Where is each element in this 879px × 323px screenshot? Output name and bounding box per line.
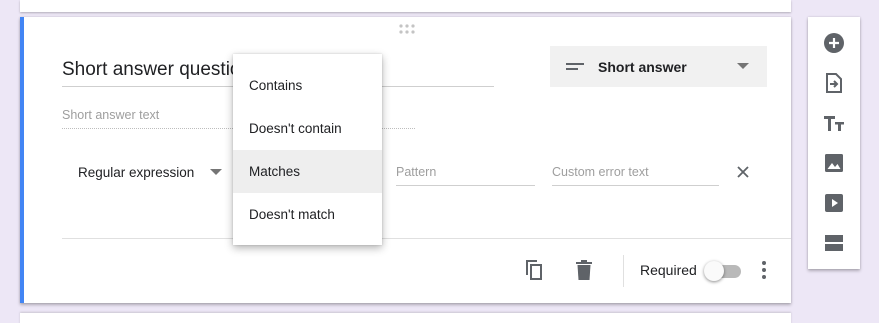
add-image-icon[interactable] — [822, 151, 846, 175]
import-questions-icon[interactable] — [822, 71, 846, 95]
question-type-dropdown[interactable]: Short answer — [550, 46, 767, 87]
delete-icon[interactable] — [574, 259, 594, 281]
drag-handle-icon[interactable] — [397, 23, 417, 35]
question-type-label: Short answer — [598, 58, 687, 75]
pattern-input[interactable]: Pattern — [396, 159, 535, 186]
toggle-thumb — [704, 261, 724, 281]
add-section-icon[interactable] — [822, 231, 846, 255]
required-toggle[interactable] — [704, 261, 742, 281]
previous-card-edge — [20, 0, 791, 12]
menu-item-doesnt-match[interactable]: Doesn't match — [233, 193, 382, 236]
add-title-icon[interactable] — [822, 111, 846, 135]
more-vert-icon[interactable] — [756, 259, 772, 281]
close-icon[interactable] — [735, 164, 751, 180]
menu-item-contains[interactable]: Contains — [233, 64, 382, 107]
footer-vertical-divider — [623, 255, 624, 287]
add-video-icon[interactable] — [822, 191, 846, 215]
custom-error-input[interactable]: Custom error text — [552, 159, 719, 186]
required-label: Required — [640, 262, 697, 278]
question-card[interactable]: Short answer question Short answer Short… — [20, 17, 791, 303]
add-question-icon[interactable] — [822, 31, 846, 55]
validation-condition-menu: Contains Doesn't contain Matches Doesn't… — [233, 54, 382, 245]
next-card-edge — [20, 313, 791, 323]
validation-type-dropdown[interactable]: Regular expression — [62, 157, 222, 187]
footer-divider-line — [62, 238, 791, 239]
active-card-indicator — [20, 17, 24, 303]
duplicate-icon[interactable] — [523, 259, 545, 281]
chevron-down-icon — [737, 63, 749, 69]
short-answer-lines-icon — [566, 62, 584, 70]
menu-item-doesnt-contain[interactable]: Doesn't contain — [233, 107, 382, 150]
validation-type-label: Regular expression — [78, 164, 195, 180]
chevron-down-icon — [210, 169, 222, 175]
menu-item-matches[interactable]: Matches — [233, 150, 382, 193]
side-toolbar — [808, 17, 860, 269]
